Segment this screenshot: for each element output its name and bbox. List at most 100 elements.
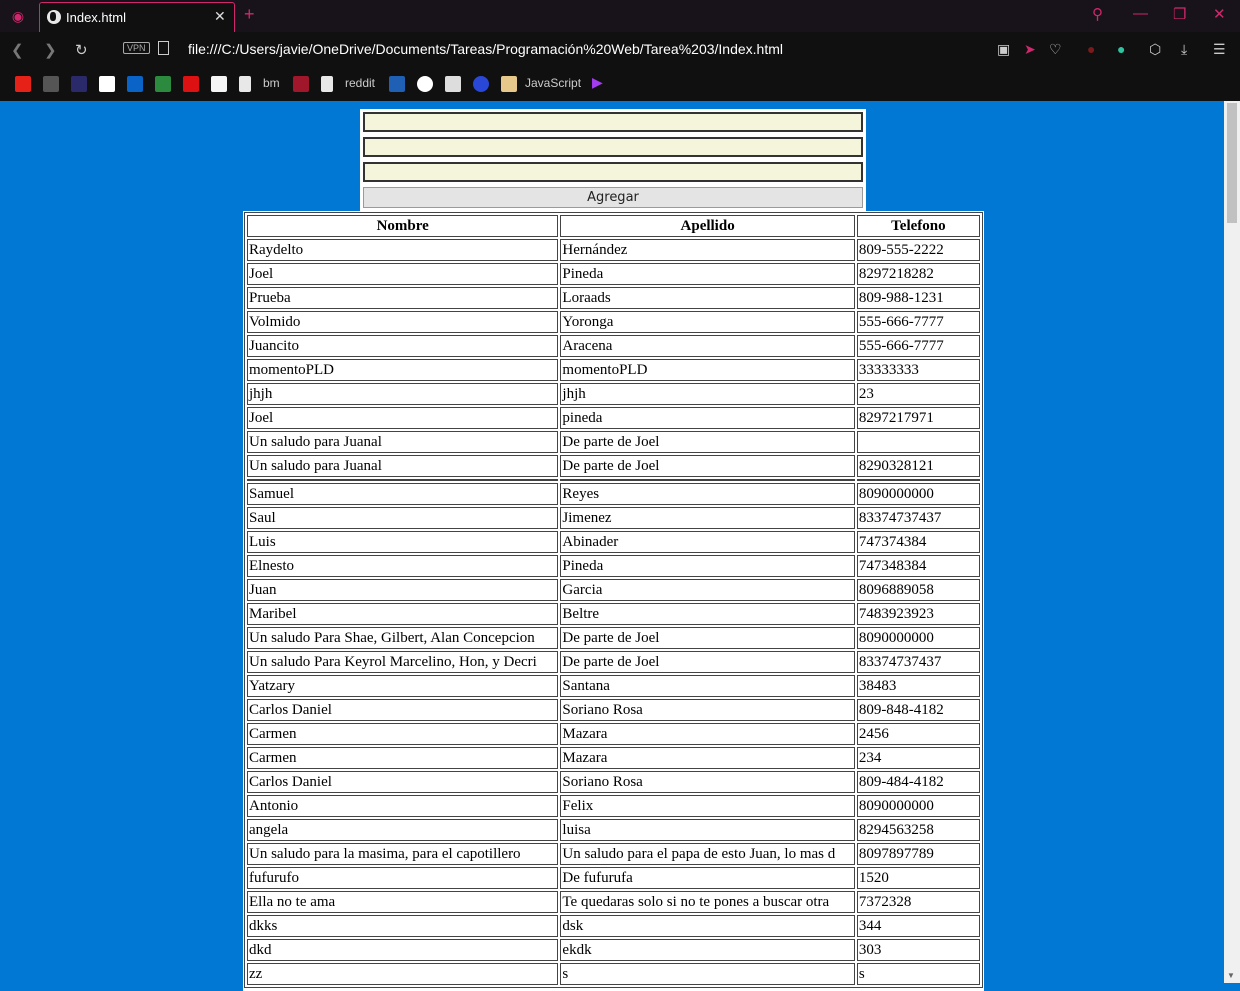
table-row: Volmido Yoronga 555-666-7777 <box>247 311 980 333</box>
table-row: dkd ekdk 303 <box>247 939 980 961</box>
table-row: Ella no te ama Te quedaras solo si no te … <box>247 891 980 913</box>
tab-title: Index.html <box>66 10 126 25</box>
table-row: dkks dsk 344 <box>247 915 980 937</box>
bookmark-icon[interactable] <box>473 76 489 92</box>
cell-apellido: Yoronga <box>560 311 855 333</box>
url-text[interactable]: file:///C:/Users/javie/OneDrive/Document… <box>188 41 783 57</box>
gmail-icon[interactable] <box>99 76 115 92</box>
table-row: Juancito Aracena 555-666-7777 <box>247 335 980 357</box>
cell-telefono: 809-848-4182 <box>856 699 980 721</box>
tab-index[interactable]: Index.html ✕ <box>39 2 235 32</box>
cell-apellido: Aracena <box>560 335 855 357</box>
cell-apellido <box>560 479 855 481</box>
table-row: Luis Abinader 747374384 <box>247 531 980 553</box>
search-tabs-icon[interactable]: ⚲ <box>1092 5 1103 23</box>
page-scrollbar[interactable]: ▼ <box>1224 101 1240 983</box>
header-apellido: Apellido <box>560 215 855 237</box>
opera-menu-icon[interactable]: ◉ <box>8 6 28 26</box>
table-row: Carmen Mazara 234 <box>247 747 980 769</box>
box-icon[interactable]: ⬡ <box>1149 41 1161 58</box>
download-bookmark-icon[interactable] <box>183 76 199 92</box>
close-window-icon[interactable]: ✕ <box>1213 5 1226 23</box>
tab-bar: ◉ Index.html ✕ + ⚲ — ❐ ✕ <box>0 0 1240 32</box>
heart-icon[interactable]: ♡ <box>1049 41 1062 58</box>
cell-apellido: Beltre <box>560 603 855 625</box>
cell-apellido: ekdk <box>560 939 855 961</box>
table-row: Un saludo Para Shae, Gilbert, Alan Conce… <box>247 627 980 649</box>
cell-nombre <box>247 479 559 481</box>
cell-apellido: Loraads <box>560 287 855 309</box>
cell-apellido: Te quedaras solo si no te pones a buscar… <box>560 891 855 913</box>
cell-nombre: Prueba <box>247 287 559 309</box>
play-icon[interactable]: ▶ <box>592 74 603 91</box>
apellido-input[interactable] <box>363 137 863 157</box>
settings-icon[interactable]: ☰ <box>1213 41 1226 58</box>
restore-icon[interactable]: ❐ <box>1173 5 1186 23</box>
cell-apellido: Felix <box>560 795 855 817</box>
cell-nombre: Un saludo para la masima, para el capoti… <box>247 843 559 865</box>
download-icon[interactable]: ⤓ <box>1181 41 1187 58</box>
bookmark-icon[interactable] <box>501 76 517 92</box>
vpn-badge[interactable]: VPN <box>123 42 150 54</box>
cell-telefono: 8097897789 <box>856 843 980 865</box>
table-row: momentoPLD momentoPLD 33333333 <box>247 359 980 381</box>
cell-apellido: De parte de Joel <box>560 455 855 477</box>
send-icon[interactable]: ➤ <box>1024 41 1036 58</box>
globe-icon <box>47 10 61 24</box>
back-icon[interactable]: ❮ <box>11 41 24 59</box>
add-contact-form: Agregar <box>360 109 866 211</box>
agregar-button[interactable]: Agregar <box>363 187 863 208</box>
cell-nombre: angela <box>247 819 559 841</box>
cell-nombre: Elnesto <box>247 555 559 577</box>
bookmark-icon[interactable] <box>293 76 309 92</box>
table-row: Juan Garcia 8096889058 <box>247 579 980 601</box>
bookmark-reddit[interactable]: reddit <box>345 76 375 90</box>
sheets-icon[interactable] <box>155 76 171 92</box>
account-icon[interactable]: ● <box>1117 41 1125 57</box>
bookmark-icon[interactable] <box>71 76 87 92</box>
cell-telefono: 8294563258 <box>856 819 980 841</box>
file-icon[interactable] <box>321 76 333 92</box>
cell-telefono: 38483 <box>856 675 980 697</box>
cell-telefono: 555-666-7777 <box>856 311 980 333</box>
scroll-down-icon[interactable]: ▼ <box>1227 971 1235 980</box>
cell-apellido: pineda <box>560 407 855 429</box>
close-tab-icon[interactable]: ✕ <box>214 8 226 25</box>
nombre-input[interactable] <box>363 112 863 132</box>
bookmark-javascript[interactable]: JavaScript <box>525 76 581 90</box>
new-tab-icon[interactable]: + <box>244 4 255 25</box>
table-row: Un saludo para Juanal De parte de Joel <box>247 431 980 453</box>
bookmark-bm[interactable]: bm <box>263 76 280 90</box>
cell-nombre: dkks <box>247 915 559 937</box>
bookmark-icon[interactable] <box>445 76 461 92</box>
reload-icon[interactable]: ↻ <box>75 41 88 59</box>
table-row: fufurufo De fufurufa 1520 <box>247 867 980 889</box>
cell-telefono: 809-484-4182 <box>856 771 980 793</box>
contacts-table-container: Nombre Apellido Telefono Raydelto Hernánd… <box>243 211 984 991</box>
cell-apellido: Un saludo para el papa de esto Juan, lo … <box>560 843 855 865</box>
amazon-icon[interactable] <box>211 76 227 92</box>
cell-apellido: Garcia <box>560 579 855 601</box>
youtube-icon[interactable] <box>15 76 31 92</box>
cell-nombre: Joel <box>247 263 559 285</box>
extension-icon[interactable]: ● <box>1087 41 1095 57</box>
cell-nombre: dkd <box>247 939 559 961</box>
bookmark-icon[interactable] <box>389 76 405 92</box>
forward-icon[interactable]: ❯ <box>44 41 57 59</box>
minimize-icon[interactable]: — <box>1133 5 1148 22</box>
cell-telefono: 747374384 <box>856 531 980 553</box>
outlook-icon[interactable] <box>127 76 143 92</box>
cell-telefono: 7372328 <box>856 891 980 913</box>
cell-nombre: momentoPLD <box>247 359 559 381</box>
table-row: angela luisa 8294563258 <box>247 819 980 841</box>
cell-nombre: Un saludo para Juanal <box>247 455 559 477</box>
telefono-input[interactable] <box>363 162 863 182</box>
cell-telefono: 747348384 <box>856 555 980 577</box>
bookmark-icon[interactable] <box>43 76 59 92</box>
github-icon[interactable] <box>417 76 433 92</box>
cell-telefono: 344 <box>856 915 980 937</box>
file-icon[interactable] <box>239 76 251 92</box>
scrollbar-thumb[interactable] <box>1227 103 1237 223</box>
camera-icon[interactable]: ▣ <box>997 41 1010 58</box>
cell-telefono: 8090000000 <box>856 627 980 649</box>
